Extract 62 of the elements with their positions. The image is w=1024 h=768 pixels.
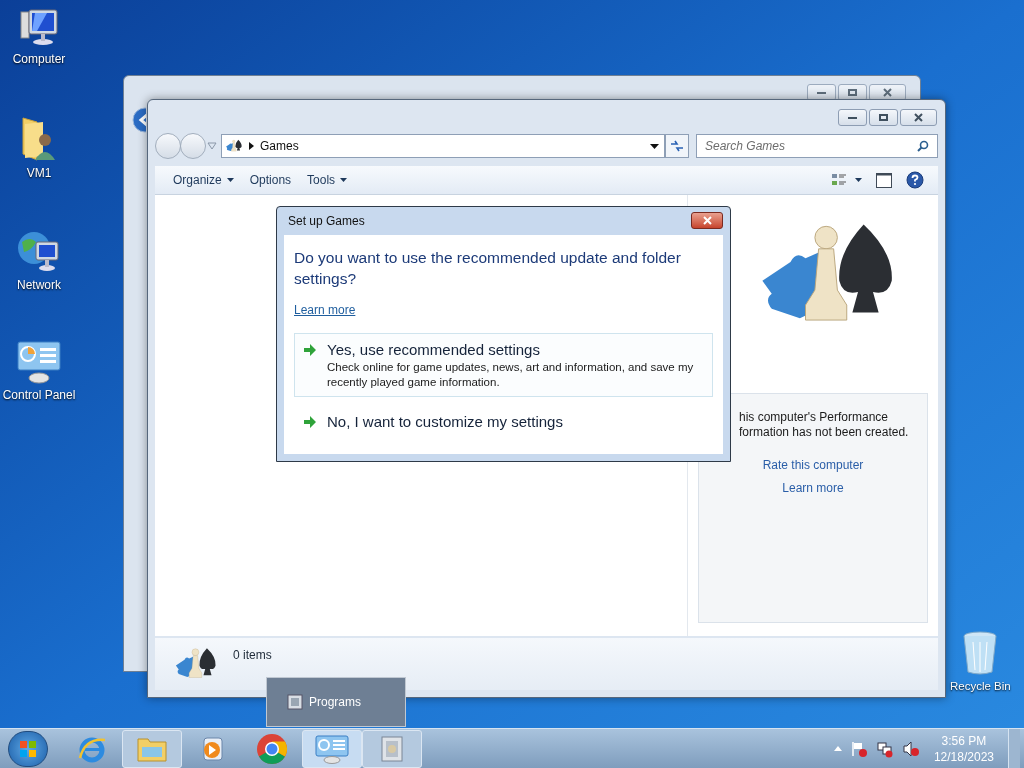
desktop-icon-label[interactable]: Computer (12, 50, 66, 68)
desktop-icon-label[interactable]: VM1 (26, 164, 52, 182)
start-button[interactable] (8, 730, 48, 767)
toolbar-menu-button[interactable]: Tools (299, 168, 356, 192)
close-icon (914, 113, 923, 122)
command-link-option[interactable]: Yes, use recommended settings Check online for game updates, news, art and information, and save my recently played game information. (294, 333, 713, 397)
games-icon (225, 138, 243, 154)
flag-error-icon[interactable] (849, 739, 868, 758)
chrome-logo-icon (256, 732, 288, 765)
link[interactable]: Rate this computer (762, 456, 864, 474)
refresh-button[interactable] (665, 134, 689, 158)
dialog-title: Set up Games (287, 213, 365, 230)
option-title: Yes, use recommended settings (327, 340, 541, 360)
caret-icon (226, 178, 234, 182)
close-button[interactable] (691, 211, 723, 229)
search-input[interactable]: Search Games (705, 137, 917, 155)
search-field[interactable]: Search Games (696, 134, 938, 158)
desktop-icon-label[interactable]: Network (17, 276, 61, 294)
preview-pane-icon[interactable] (876, 172, 892, 188)
dialog-question: Do you want to use the recommended update and folder settings? (294, 248, 682, 289)
taskbar-button[interactable] (302, 729, 362, 768)
arrow-icon (303, 416, 317, 428)
help-icon[interactable] (906, 171, 924, 189)
item-count: 0 items (233, 647, 272, 664)
windows-logo-icon (19, 739, 37, 758)
computer-icon (17, 8, 61, 48)
option-description: Check online for game updates, news, art and information, and save my recently played game information. (327, 360, 695, 390)
address-bar[interactable]: Games (221, 134, 665, 158)
desktop-icon-label[interactable]: Control Panel (2, 386, 76, 404)
games-folder-icon (378, 733, 406, 764)
command-link-option[interactable]: No, I want to customize my settings (294, 405, 713, 439)
learn-more-link[interactable]: Learn more (294, 301, 356, 319)
refresh-icon (670, 140, 684, 152)
breadcrumb-arrow-icon (249, 142, 254, 150)
recycle-bin-icon (961, 630, 1000, 676)
caret-icon[interactable] (855, 178, 862, 182)
close-icon (702, 215, 712, 225)
dropdown-arrow-icon[interactable] (650, 143, 659, 149)
caret-icon (340, 178, 348, 182)
close-icon (883, 88, 892, 97)
desktop-icon-label[interactable]: Recycle Bin (950, 678, 1011, 696)
control-panel-icon (16, 340, 62, 384)
search-icon[interactable] (917, 140, 929, 152)
performance-text: formation has not been created. (738, 425, 909, 440)
performance-text: his computer's Performance (738, 410, 888, 425)
option-title: No, I want to customize my settings (327, 412, 563, 432)
control-panel-icon (314, 733, 350, 764)
network-error-icon[interactable] (875, 739, 894, 758)
address-text: Games (260, 138, 299, 155)
view-options-icon[interactable] (831, 172, 847, 188)
minimize-button[interactable] (838, 109, 867, 126)
maximize-button[interactable] (869, 109, 898, 126)
close-button[interactable] (900, 109, 937, 126)
popup-label: Programs (309, 694, 361, 711)
speaker-muted-icon[interactable] (901, 739, 920, 758)
link[interactable]: Learn more (782, 479, 844, 497)
toolbar-menu-button[interactable]: Options (241, 168, 300, 192)
back-arrow-icon[interactable] (132, 107, 146, 133)
jump-popup[interactable]: Programs (266, 677, 406, 727)
toolbar-menu-button[interactable]: Organize (165, 168, 242, 192)
arrow-icon (303, 344, 317, 356)
program-icon (287, 694, 303, 710)
